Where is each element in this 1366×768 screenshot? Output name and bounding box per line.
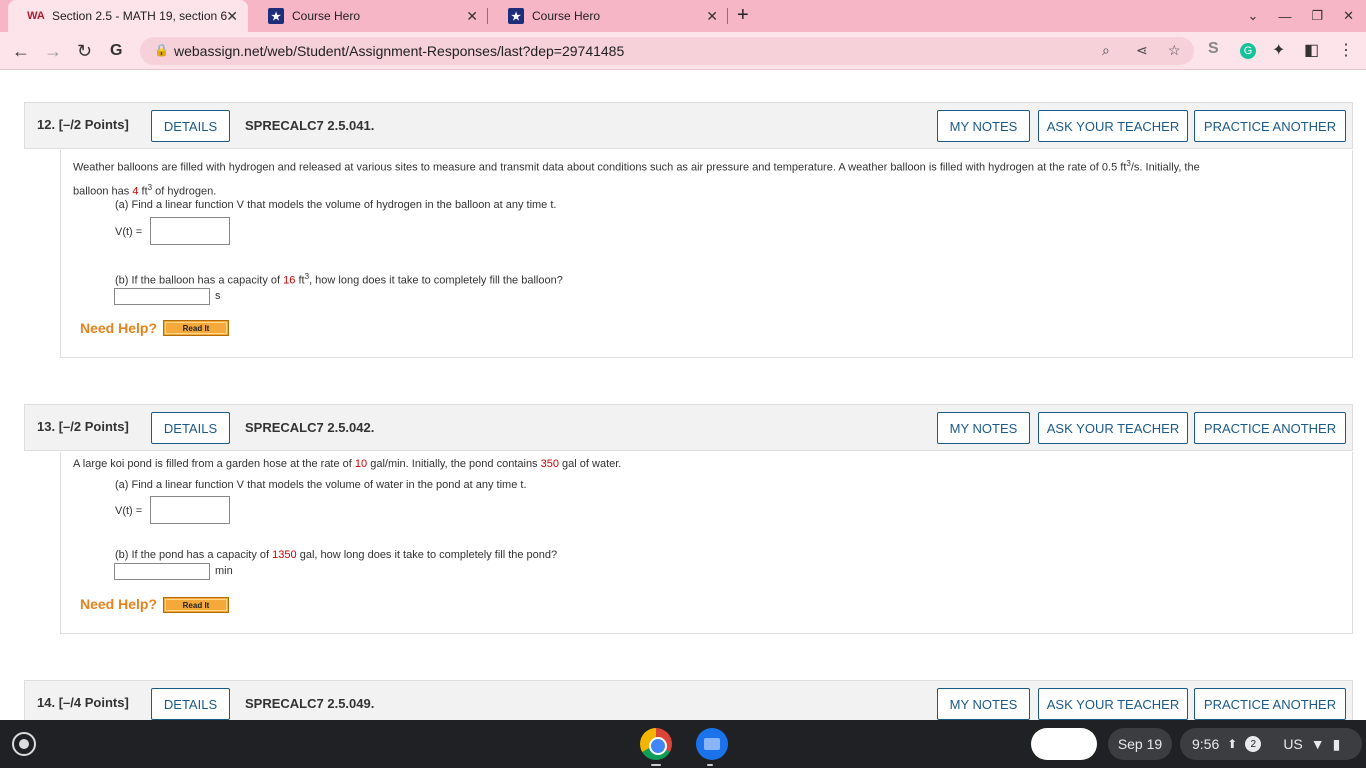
question-body: Weather balloons are filled with hydroge… bbox=[60, 150, 1353, 358]
read-it-button[interactable]: Read It bbox=[163, 597, 229, 613]
my-notes-button[interactable]: MY NOTES bbox=[937, 412, 1030, 444]
files-icon[interactable] bbox=[696, 728, 728, 760]
details-button[interactable]: DETAILS bbox=[151, 412, 230, 444]
practice-another-button[interactable]: PRACTICE ANOTHER bbox=[1194, 110, 1346, 142]
wifi-icon: ▼ bbox=[1310, 736, 1325, 752]
ask-your-teacher-button[interactable]: ASK YOUR TEACHER bbox=[1038, 688, 1188, 720]
part-b-unit: s bbox=[215, 290, 221, 302]
question-body: A large koi pond is filled from a garden… bbox=[60, 452, 1353, 634]
part-b-answer-input[interactable] bbox=[114, 563, 210, 580]
date-pill[interactable]: Sep 19 bbox=[1108, 728, 1172, 760]
window-controls: ⌄ — ❐ ✕ bbox=[1248, 0, 1366, 32]
close-tab-icon[interactable]: ✕ bbox=[706, 8, 718, 25]
question-header: 13. [–/2 Points] DETAILS SPRECALC7 2.5.0… bbox=[24, 404, 1353, 451]
tab-separator bbox=[727, 8, 728, 24]
tab-search-icon[interactable]: ⌄ bbox=[1248, 8, 1259, 24]
part-a-answer-input[interactable] bbox=[150, 496, 230, 524]
battery-icon: ▮ bbox=[1332, 735, 1341, 752]
lock-icon[interactable]: 🔒 bbox=[154, 43, 169, 57]
tab-strip: WA Section 2.5 - MATH 19, section 6 ✕ ★ … bbox=[0, 0, 1366, 32]
question-number-points: 12. [–/2 Points] bbox=[37, 117, 129, 132]
question-header: 14. [–/4 Points] DETAILS SPRECALC7 2.5.0… bbox=[24, 680, 1353, 720]
question-code: SPRECALC7 2.5.042. bbox=[245, 420, 375, 435]
question-text: Weather balloons are filled with hydroge… bbox=[73, 159, 1200, 198]
url-text[interactable]: webassign.net/web/Student/Assignment-Res… bbox=[174, 43, 624, 59]
my-notes-button[interactable]: MY NOTES bbox=[937, 110, 1030, 142]
part-a-text: (a) Find a linear function V that models… bbox=[115, 479, 527, 491]
practice-another-button[interactable]: PRACTICE ANOTHER bbox=[1194, 412, 1346, 444]
tab-title: Course Hero bbox=[292, 9, 361, 23]
status-area[interactable]: 9:56 ⬆ 2 US ▼ ▮ bbox=[1180, 728, 1362, 760]
share-icon[interactable]: ⋖ bbox=[1136, 42, 1148, 59]
part-a-text: (a) Find a linear function V that models… bbox=[115, 199, 557, 211]
reload-icon[interactable]: ↻ bbox=[77, 41, 92, 62]
close-tab-icon[interactable]: ✕ bbox=[226, 8, 238, 25]
close-tab-icon[interactable]: ✕ bbox=[466, 8, 478, 25]
question-text: A large koi pond is filled from a garden… bbox=[73, 458, 622, 470]
zoom-icon[interactable]: ⌕ bbox=[1102, 42, 1110, 59]
ask-your-teacher-button[interactable]: ASK YOUR TEACHER bbox=[1038, 110, 1188, 142]
address-bar[interactable]: 🔒 webassign.net/web/Student/Assignment-R… bbox=[140, 37, 1194, 65]
question-code: SPRECALC7 2.5.049. bbox=[245, 696, 375, 711]
restore-icon[interactable]: ❐ bbox=[1311, 8, 1323, 24]
tab-course-hero-1[interactable]: ★ Course Hero ✕ bbox=[248, 0, 488, 32]
notification-count-badge: 2 bbox=[1245, 736, 1262, 752]
part-b-text: (b) If the balloon has a capacity of 16 … bbox=[115, 272, 563, 287]
question-header: 12. [–/2 Points] DETAILS SPRECALC7 2.5.0… bbox=[24, 102, 1353, 149]
part-a-label: V(t) = bbox=[115, 226, 143, 238]
webassign-icon: WA bbox=[27, 10, 45, 22]
my-notes-button[interactable]: MY NOTES bbox=[937, 688, 1030, 720]
course-hero-icon: ★ bbox=[508, 8, 524, 24]
launcher-icon[interactable] bbox=[12, 732, 36, 756]
os-shelf: Sep 19 9:56 ⬆ 2 US ▼ ▮ bbox=[0, 720, 1366, 768]
tab-course-hero-2[interactable]: ★ Course Hero ✕ bbox=[488, 0, 728, 32]
update-icon: ⬆ bbox=[1227, 737, 1238, 751]
browser-toolbar: ← → ↻ G 🔒 webassign.net/web/Student/Assi… bbox=[0, 32, 1366, 70]
course-hero-icon: ★ bbox=[268, 8, 284, 24]
side-panel-icon[interactable]: ◧ bbox=[1304, 40, 1319, 60]
phone-hub-icon[interactable] bbox=[1031, 728, 1097, 760]
extensions-puzzle-icon[interactable]: ✦ bbox=[1272, 40, 1285, 60]
read-it-button[interactable]: Read It bbox=[163, 320, 229, 336]
ask-your-teacher-button[interactable]: ASK YOUR TEACHER bbox=[1038, 412, 1188, 444]
chrome-icon[interactable] bbox=[640, 728, 672, 760]
grammarly-icon[interactable]: G bbox=[1240, 43, 1256, 59]
locale-indicator: US bbox=[1283, 736, 1303, 752]
new-tab-icon[interactable]: + bbox=[737, 4, 749, 27]
part-b-unit: min bbox=[215, 565, 233, 577]
need-help-label: Need Help? bbox=[80, 320, 158, 336]
tab-title: Course Hero bbox=[532, 9, 601, 23]
part-b-text: (b) If the pond has a capacity of 1350 g… bbox=[115, 549, 558, 561]
back-icon[interactable]: ← bbox=[12, 41, 30, 62]
details-button[interactable]: DETAILS bbox=[151, 688, 230, 720]
part-b-answer-input[interactable] bbox=[114, 288, 210, 305]
question-number-points: 14. [–/4 Points] bbox=[37, 695, 129, 710]
clock-time: 9:56 bbox=[1192, 736, 1220, 752]
tab-webassign[interactable]: WA Section 2.5 - MATH 19, section 6 ✕ bbox=[8, 0, 248, 32]
bookmark-star-icon[interactable]: ☆ bbox=[1168, 42, 1181, 59]
tab-title: Section 2.5 - MATH 19, section 6 bbox=[52, 9, 228, 23]
minimize-icon[interactable]: — bbox=[1278, 9, 1291, 24]
forward-icon[interactable]: → bbox=[44, 41, 62, 62]
app-running-indicator bbox=[651, 764, 661, 766]
question-number-points: 13. [–/2 Points] bbox=[37, 419, 129, 434]
app-running-indicator bbox=[707, 764, 713, 766]
menu-icon[interactable]: ⋮ bbox=[1338, 40, 1354, 60]
page-content: 12. [–/2 Points] DETAILS SPRECALC7 2.5.0… bbox=[0, 71, 1366, 720]
google-icon[interactable]: G bbox=[110, 42, 122, 60]
details-button[interactable]: DETAILS bbox=[151, 110, 230, 142]
question-code: SPRECALC7 2.5.041. bbox=[245, 118, 375, 133]
need-help-label: Need Help? bbox=[80, 596, 158, 612]
extension-s-icon[interactable]: S bbox=[1208, 40, 1219, 58]
close-window-icon[interactable]: ✕ bbox=[1343, 8, 1354, 24]
part-a-answer-input[interactable] bbox=[150, 217, 230, 245]
practice-another-button[interactable]: PRACTICE ANOTHER bbox=[1194, 688, 1346, 720]
part-a-label: V(t) = bbox=[115, 505, 143, 517]
